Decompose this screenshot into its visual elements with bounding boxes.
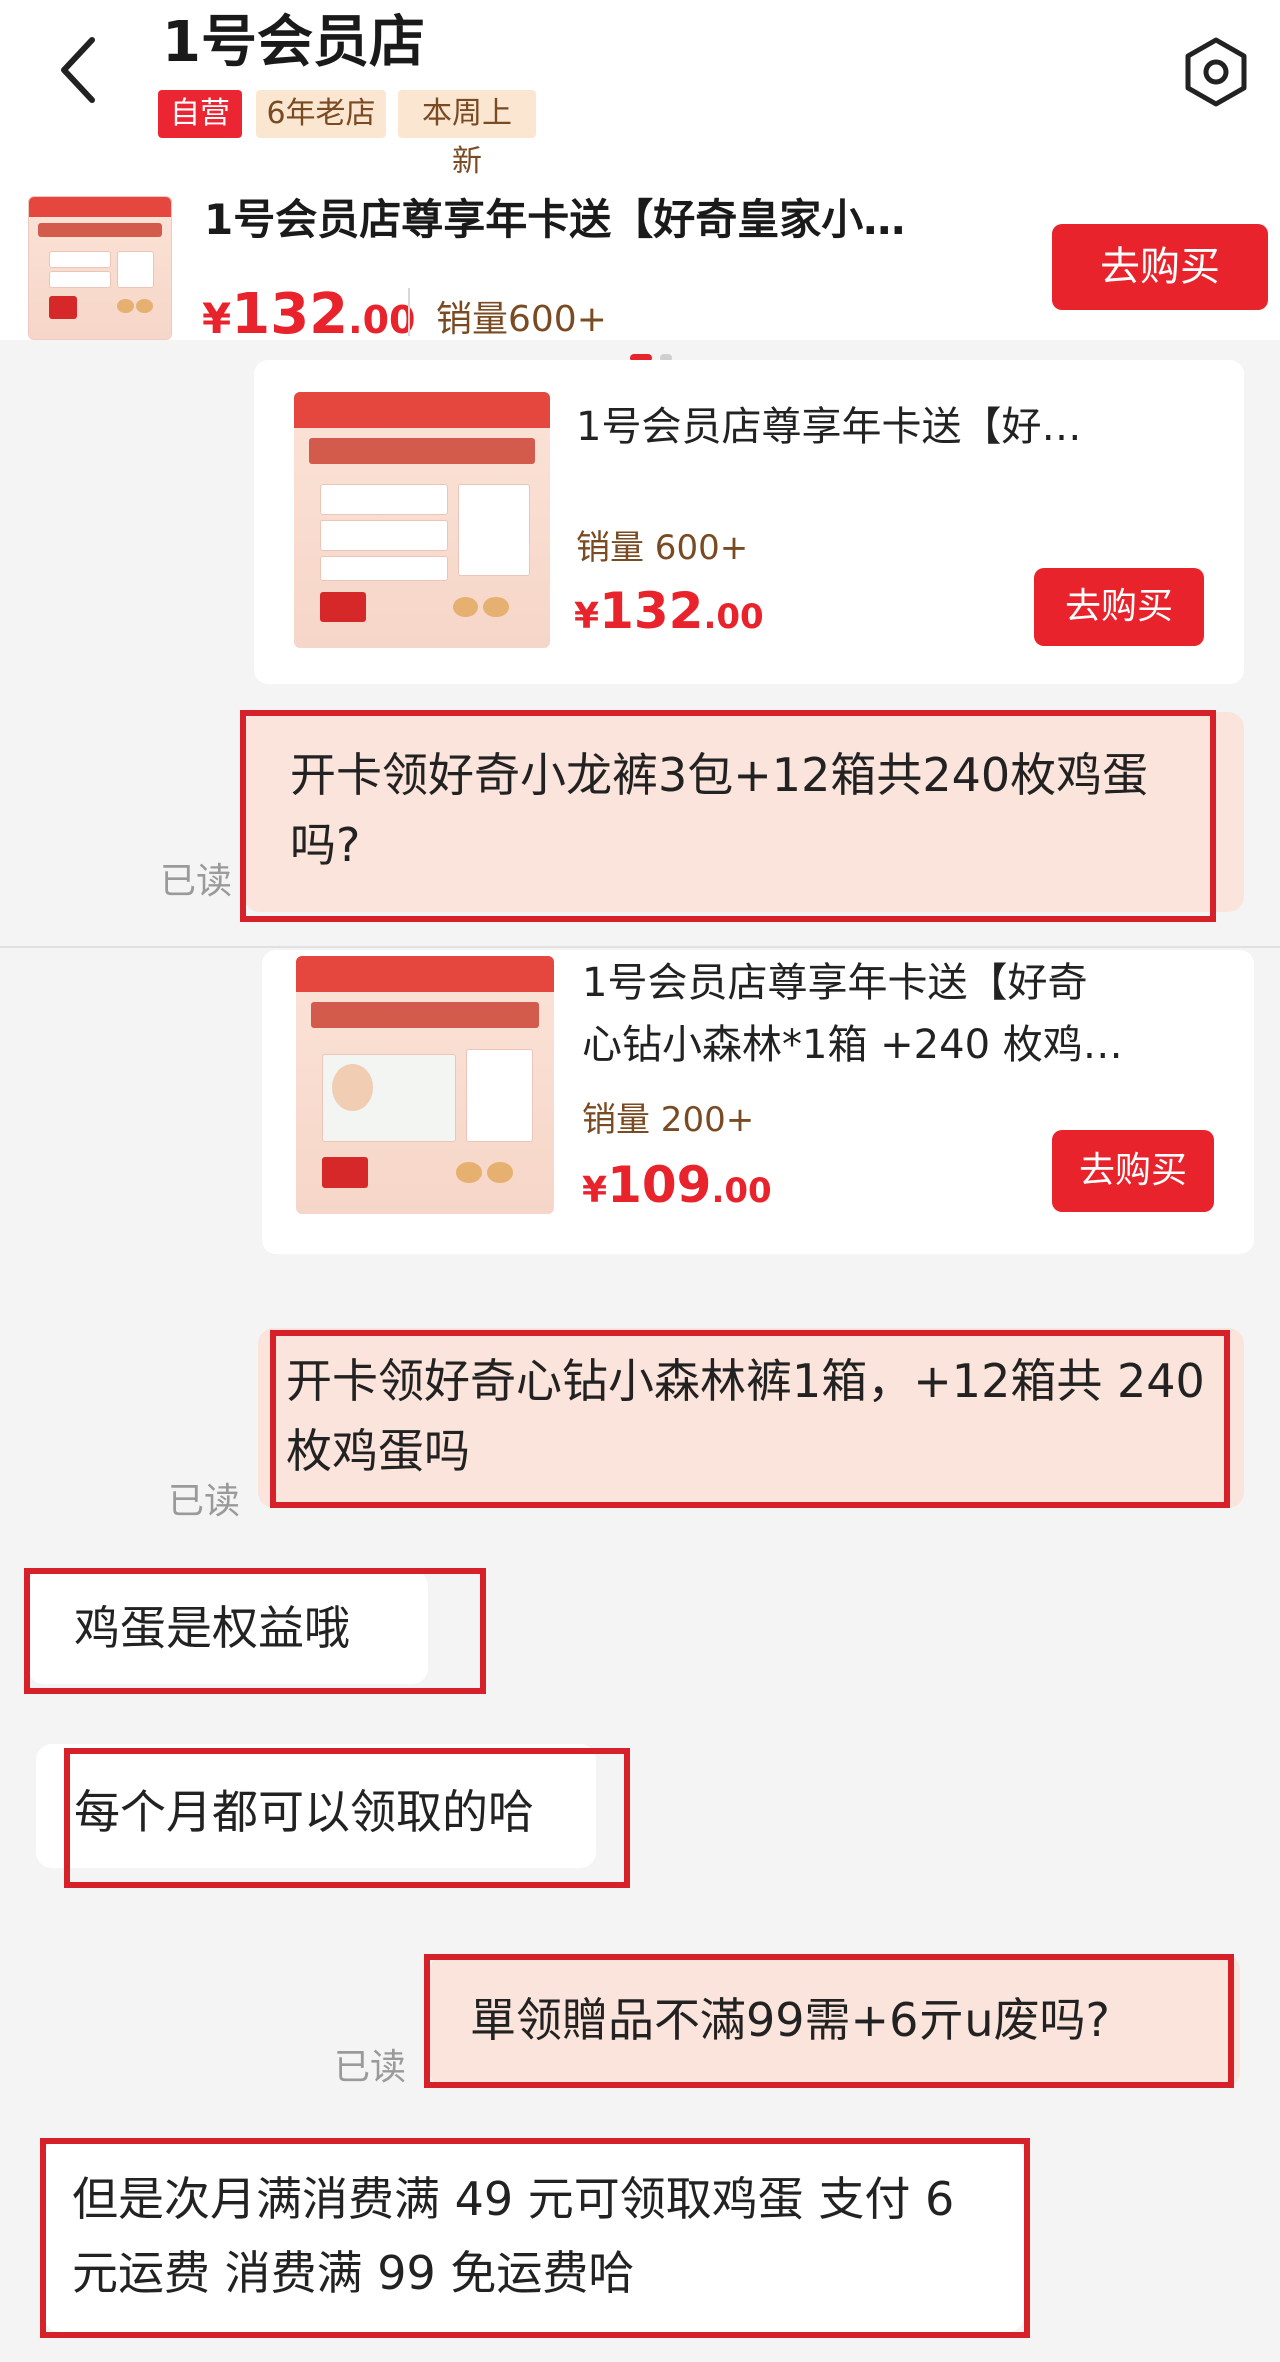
price-integer: 132: [599, 582, 704, 640]
highlight-frame: [270, 1330, 1230, 1508]
top-buy-button[interactable]: 去购买: [1052, 224, 1268, 310]
product-card-2-thumbnail[interactable]: [296, 956, 554, 1214]
product-card-1-thumbnail[interactable]: [294, 392, 550, 648]
top-product-thumbnail[interactable]: [28, 196, 172, 340]
shop-name[interactable]: 1号会员店: [162, 8, 425, 78]
top-product-title[interactable]: 1号会员店尊享年卡送【好奇皇家小…: [204, 190, 1024, 250]
price-decimal: .00: [348, 298, 416, 342]
product-card-1-buy-button[interactable]: 去购买: [1034, 568, 1204, 646]
price-sales-divider: [408, 288, 410, 336]
highlight-frame: [64, 1748, 630, 1888]
hexagon-settings-icon[interactable]: [1180, 36, 1252, 108]
price-currency: ¥: [582, 1170, 608, 1211]
product-card-1[interactable]: 1号会员店尊享年卡送【好… 销量 600+ ¥132.00 去购买: [254, 360, 1244, 684]
product-card-2-title-line-2: 心钻小森林*1箱 +240 枚鸡…: [582, 1022, 1123, 1068]
highlight-frame: [424, 1954, 1234, 2088]
product-card-2-title[interactable]: 1号会员店尊享年卡送【好奇 心钻小森林*1箱 +240 枚鸡…: [582, 952, 1242, 1076]
product-card-2-buy-button[interactable]: 去购买: [1052, 1130, 1214, 1212]
highlight-frame: [40, 2138, 1030, 2338]
highlight-frame: [24, 1568, 486, 1694]
price-integer: 109: [607, 1156, 712, 1214]
product-card-2-title-line-1: 1号会员店尊享年卡送【好奇: [582, 960, 1088, 1006]
price-currency: ¥: [574, 596, 600, 637]
product-card-2-sales: 销量 200+: [582, 1100, 755, 1140]
tag-new-this-week: 本周上新: [398, 90, 536, 179]
price-integer: 132: [231, 282, 349, 347]
product-card-2[interactable]: 1号会员店尊享年卡送【好奇 心钻小森林*1箱 +240 枚鸡… 销量 200+ …: [262, 950, 1254, 1254]
section-divider: [0, 946, 1280, 948]
price-decimal: .00: [703, 597, 764, 637]
highlight-frame: [240, 710, 1216, 922]
read-receipt: 已读: [168, 1481, 241, 1522]
read-receipt: 已读: [334, 2047, 407, 2088]
product-card-1-title[interactable]: 1号会员店尊享年卡送【好…: [576, 396, 1216, 458]
chevron-left-icon[interactable]: [52, 30, 112, 110]
product-card-1-sales: 销量 600+: [576, 528, 749, 568]
product-card-1-price: ¥132.00: [574, 582, 764, 640]
tag-self-operated: 自营: [158, 90, 242, 138]
top-product-sales: 销量600+: [436, 299, 607, 340]
read-receipt: 已读: [160, 861, 233, 902]
tag-store-years: 6年老店: [256, 90, 386, 138]
top-product-price: ¥132.00: [202, 280, 415, 363]
product-card-2-price: ¥109.00: [582, 1156, 772, 1214]
price-decimal: .00: [711, 1171, 772, 1211]
price-currency: ¥: [202, 294, 232, 343]
